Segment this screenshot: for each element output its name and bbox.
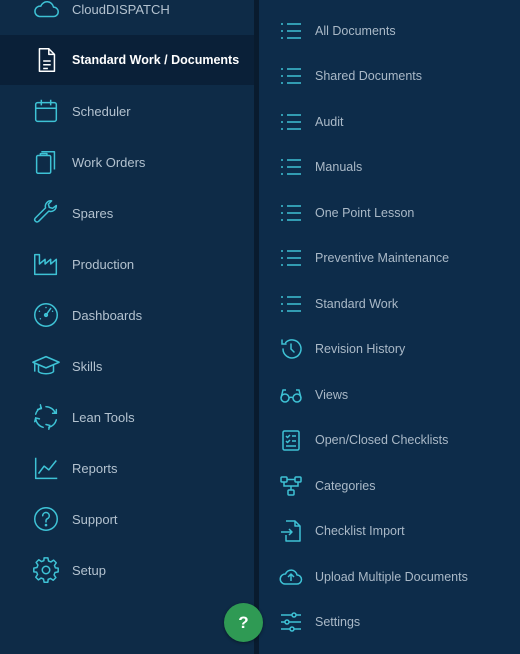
file-import-icon [278,518,304,544]
graduation-cap-icon [30,350,62,382]
submenu-item-label: Views [315,388,349,402]
documents-submenu: All Documents Shared Documents Audit Man… [259,0,520,654]
sidebar-item-label: Setup [72,562,106,578]
gear-icon [30,554,62,586]
sidebar-item-clouddispatch[interactable]: CloudDISPATCH [0,0,254,34]
sidebar-item-work-orders[interactable]: Work Orders [0,137,254,187]
submenu-item-settings[interactable]: Settings [259,602,520,642]
submenu-item-label: Checklist Import [315,524,405,538]
sidebar-item-label: Spares [72,205,114,221]
list-icon [278,18,304,44]
submenu-item-label: Preventive Maintenance [315,251,450,265]
submenu-item-all-documents[interactable]: All Documents [259,11,520,51]
sidebar-item-reports[interactable]: Reports [0,443,254,493]
glasses-icon [278,382,304,408]
submenu-item-revision-history[interactable]: Revision History [259,329,520,369]
sidebar-item-label: Reports [72,460,118,476]
sidebar-item-scheduler[interactable]: Scheduler [0,86,254,136]
sidebar-item-lean-tools[interactable]: Lean Tools [0,392,254,442]
sidebar-item-spares[interactable]: Spares [0,188,254,238]
question-circle-icon [30,503,62,535]
checklist-icon [278,427,304,453]
cycle-icon [30,401,62,433]
submenu-item-label: One Point Lesson [315,206,415,220]
sidebar-item-setup[interactable]: Setup [0,545,254,595]
factory-icon [30,248,62,280]
sidebar-item-standard-work-documents[interactable]: Standard Work / Documents [0,35,254,85]
help-button[interactable]: ? [224,603,263,642]
hierarchy-icon [278,473,304,499]
sidebar-item-label: Work Orders [72,154,146,170]
sidebar-item-skills[interactable]: Skills [0,341,254,391]
submenu-item-audit[interactable]: Audit [259,102,520,142]
list-icon [278,109,304,135]
submenu-item-categories[interactable]: Categories [259,466,520,506]
line-chart-icon [30,452,62,484]
sidebar-item-support[interactable]: Support [0,494,254,544]
clipboard-icon [30,146,62,178]
submenu-item-shared-documents[interactable]: Shared Documents [259,56,520,96]
calendar-icon [30,95,62,127]
submenu-item-label: Manuals [315,160,363,174]
submenu-item-label: Upload Multiple Documents [315,570,468,584]
submenu-item-views[interactable]: Views [259,375,520,415]
cloud-icon [30,0,62,25]
list-icon [278,291,304,317]
submenu-item-label: Categories [315,479,376,493]
submenu-item-label: Shared Documents [315,69,423,83]
gauge-icon [30,299,62,331]
submenu-item-one-point-lesson[interactable]: One Point Lesson [259,193,520,233]
history-icon [278,336,304,362]
submenu-item-label: Audit [315,115,344,129]
list-icon [278,200,304,226]
list-icon [278,63,304,89]
help-button-label: ? [238,612,249,632]
cloud-upload-icon [278,564,304,590]
submenu-item-open-closed-checklists[interactable]: Open/Closed Checklists [259,420,520,460]
sidebar-item-label: Scheduler [72,103,131,119]
submenu-item-preventive-maintenance[interactable]: Preventive Maintenance [259,238,520,278]
submenu-item-label: Standard Work [315,297,399,311]
submenu-item-manuals[interactable]: Manuals [259,147,520,187]
submenu-item-checklist-import[interactable]: Checklist Import [259,511,520,551]
submenu-item-standard-work[interactable]: Standard Work [259,284,520,324]
list-icon [278,154,304,180]
sidebar-item-label: Standard Work / Documents [72,53,240,67]
sidebar-item-label: Skills [72,358,103,374]
submenu-item-label: Open/Closed Checklists [315,433,449,447]
sliders-icon [278,609,304,635]
sidebar-item-label: Lean Tools [72,409,135,425]
list-icon [278,245,304,271]
sidebar-item-label: Support [72,511,118,527]
main-sidebar: CloudDISPATCH Standard Work / Documents … [0,0,254,654]
submenu-item-label: All Documents [315,24,396,38]
sidebar-item-label: Dashboards [72,307,143,323]
sidebar-item-dashboards[interactable]: Dashboards [0,290,254,340]
submenu-item-label: Settings [315,615,361,629]
sidebar-item-label: CloudDISPATCH [72,1,170,17]
sidebar-item-production[interactable]: Production [0,239,254,289]
submenu-item-label: Revision History [315,342,406,356]
sidebar-item-label: Production [72,256,135,272]
wrench-icon [30,197,62,229]
submenu-item-upload-multiple-documents[interactable]: Upload Multiple Documents [259,557,520,597]
document-icon [30,44,62,76]
